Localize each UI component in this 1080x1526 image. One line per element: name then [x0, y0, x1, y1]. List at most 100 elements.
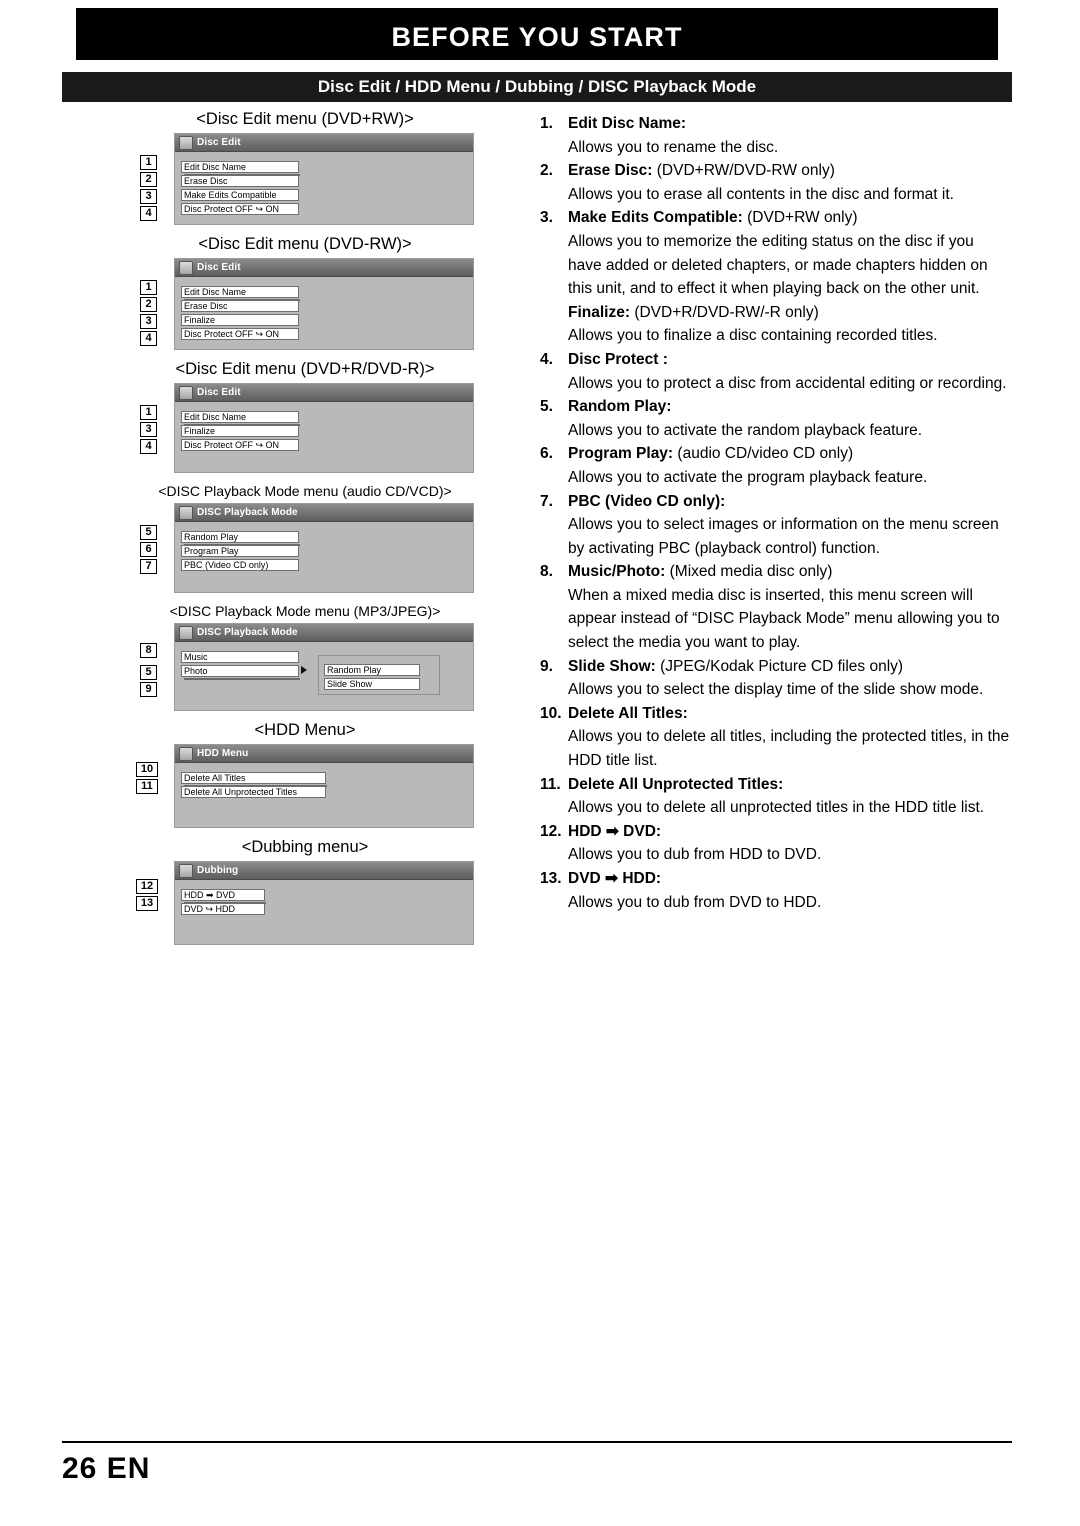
menu-item[interactable]: Disc Protect OFF ↪ ON [181, 328, 299, 340]
description-number: 13. [540, 870, 562, 887]
figure-caption: <HDD Menu> [254, 721, 356, 739]
description-title: DVD ➡ HDD: [568, 870, 662, 887]
screen-body: Edit Disc Name Erase Disc Finalize Disc … [175, 277, 473, 349]
callout-4: 4 [140, 439, 157, 454]
callout-8: 8 [140, 643, 157, 658]
dubbing-icon [179, 863, 193, 878]
menu-row: Edit Disc Name [181, 157, 473, 176]
description-head: 10. Delete All Titles: [540, 702, 1010, 726]
screen-disc-edit-dvdprw: Disc Edit Edit Disc Name Erase Disc Make… [174, 133, 474, 225]
menu-row: Delete All Unprotected Titles [181, 782, 473, 798]
description-body: Allows you to activate the program playb… [568, 468, 928, 486]
callout-1: 1 [140, 280, 157, 295]
description-number: 12. [540, 822, 562, 840]
description-title: Program Play: [568, 445, 674, 463]
callout-2: 2 [140, 172, 157, 187]
description-title: Random Play: [568, 398, 672, 416]
header-inner: BEFORE YOU START [70, 16, 1004, 52]
figure-dubbing-menu: <Dubbing menu> Dubbing HDD ➡ DVD DVD ↪ H… [136, 838, 474, 945]
screen-titlebar: Disc Edit [175, 259, 473, 277]
description-head: 8. Music/Photo: (Mixed media disc only) [540, 560, 1010, 584]
menu-item[interactable]: Disc Protect OFF ↪ ON [181, 203, 299, 215]
figure-caption: <Disc Edit menu (DVD-RW)> [198, 235, 412, 253]
menu-row: Erase Disc [181, 171, 473, 187]
screen-title: Dubbing [197, 865, 239, 876]
screen-title: Disc Edit [197, 137, 241, 148]
callout-6: 6 [140, 542, 157, 557]
screen-body: Random Play Program Play PBC (Video CD o… [175, 522, 473, 592]
screen-playback-audio: DISC Playback Mode Random Play Program P… [174, 503, 474, 593]
menu-item[interactable]: Delete All Unprotected Titles [181, 786, 326, 798]
figure-caption: <Disc Edit menu (DVD+RW)> [196, 110, 414, 128]
screen-title: DISC Playback Mode [197, 507, 298, 518]
callout-10: 10 [136, 762, 158, 777]
screen-titlebar: HDD Menu [175, 745, 473, 763]
menu-row: Program Play [181, 541, 473, 557]
screen-title: Disc Edit [197, 387, 241, 398]
description-number: 8. [540, 563, 553, 581]
descriptions-column: 1. Edit Disc Name: Allows you to rename t… [540, 112, 1010, 914]
description-head: 11. Delete All Unprotected Titles: [540, 773, 1010, 797]
disc-icon [179, 625, 193, 640]
screen-hdd-menu: HDD Menu Delete All Titles Delete All Un… [174, 744, 474, 828]
description-item-3: 3. Make Edits Compatible: (DVD+RW only) A… [540, 206, 1010, 348]
menu-row: Random Play [181, 527, 473, 546]
subheader-band: Disc Edit / HDD Menu / Dubbing / DISC Pl… [62, 72, 1012, 102]
screen-dubbing-menu: Dubbing HDD ➡ DVD DVD ↪ HDD [174, 861, 474, 945]
menu-row: Disc Protect OFF ↪ ON [181, 435, 473, 451]
menu-row: Delete All Titles [181, 768, 473, 787]
description-item-9: 9. Slide Show: (JPEG/Kodak Picture CD fil… [540, 655, 1010, 702]
description-title: Slide Show: [568, 657, 656, 675]
page-title: BEFORE YOU START [391, 22, 683, 52]
description-head: 3. Make Edits Compatible: (DVD+RW only) [540, 206, 1010, 230]
figure-caption: <DISC Playback Mode menu (MP3/JPEG)> [169, 603, 441, 619]
disc-icon [179, 505, 193, 520]
description-number: 7. [540, 492, 553, 510]
description-body: Allows you to memorize the editing statu… [568, 232, 988, 298]
description-number: 9. [540, 657, 553, 675]
description-title-extra: (DVD+RW only) [742, 209, 858, 227]
figures-column: <Disc Edit menu (DVD+RW)> Disc Edit Edit… [136, 110, 474, 955]
description-head: 7. PBC (Video CD only): [540, 490, 1010, 514]
screen-titlebar: DISC Playback Mode [175, 504, 473, 522]
disc-icon [179, 135, 193, 150]
submenu-popup: Random Play Slide Show [318, 655, 440, 695]
footer-divider [62, 1441, 1012, 1443]
menu-item[interactable]: DVD ↪ HDD [181, 903, 265, 915]
description-body: Allows you to rename the disc. [568, 138, 779, 156]
menu-item[interactable]: Photo [181, 665, 300, 680]
disc-icon [179, 260, 193, 275]
description-head: 12. HDD ➡ DVD: [540, 820, 1010, 844]
callout-13: 13 [136, 896, 158, 911]
menu-item[interactable]: Disc Protect OFF ↪ ON [181, 439, 299, 451]
screen-disc-edit-dvdrw: Disc Edit Edit Disc Name Erase Disc Fina… [174, 258, 474, 350]
description-head: 13. DVD ➡ HDD: [540, 867, 1010, 891]
menu-item[interactable]: Slide Show [324, 678, 420, 690]
screen-titlebar: Dubbing [175, 862, 473, 880]
page-number: 26 EN [62, 1452, 151, 1485]
menu-item[interactable]: PBC (Video CD only) [181, 559, 299, 571]
manual-page: BEFORE YOU START Disc Edit / HDD Menu / … [0, 0, 1080, 1526]
description-title: Delete All Unprotected Titles: [568, 775, 784, 793]
description-item-7: 7. PBC (Video CD only): Allows you to sel… [540, 490, 1010, 561]
description-item-5: 5. Random Play: Allows you to activate th… [540, 395, 1010, 442]
menu-row: Disc Protect OFF ↪ ON [181, 324, 473, 340]
screen-title: DISC Playback Mode [197, 627, 298, 638]
screen-titlebar: DISC Playback Mode [175, 624, 473, 642]
description-subbody: Allows you to finalize a disc containing… [568, 327, 938, 345]
description-title: Make Edits Compatible: [568, 209, 743, 227]
description-body: Allows you to select the display time of… [568, 681, 984, 699]
description-number: 11. [540, 775, 561, 793]
menu-row: Erase Disc [181, 296, 473, 312]
header-band: BEFORE YOU START [62, 8, 1012, 60]
menu-row: PBC (Video CD only) [181, 555, 473, 571]
callout-5: 5 [140, 525, 157, 540]
description-title: Edit Disc Name: [568, 115, 687, 132]
description-head: 9. Slide Show: (JPEG/Kodak Picture CD fil… [540, 655, 1010, 679]
callout-7: 7 [140, 559, 157, 574]
figure-caption: <DISC Playback Mode menu (audio CD/VCD)> [158, 483, 452, 499]
description-body: Allows you to protect a disc from accide… [568, 374, 1007, 392]
screen-title: HDD Menu [197, 748, 249, 759]
description-title-extra: (audio CD/video CD only) [673, 445, 854, 463]
description-title: Music/Photo: [568, 563, 666, 581]
